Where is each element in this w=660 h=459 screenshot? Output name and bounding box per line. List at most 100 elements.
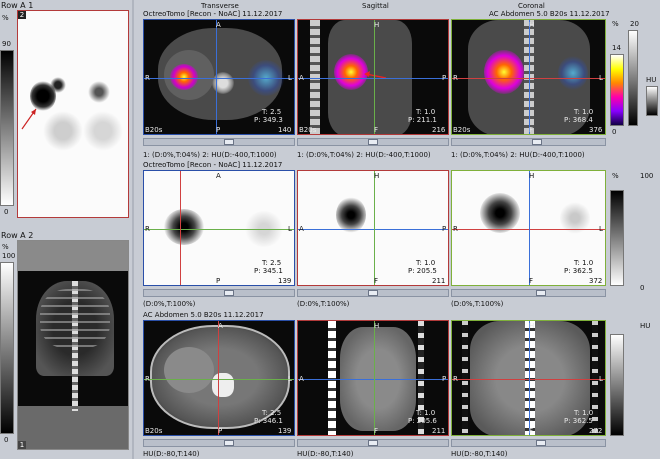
crosshair-v	[374, 321, 375, 435]
ct-coronal-viewport[interactable]: H R L F T: 1.0 P: 362.5 272	[451, 320, 606, 436]
fusion-series-title: OctreoTomo [Recon - NoAC] 11.12.2017	[143, 10, 283, 18]
ct-transverse-scrollbar[interactable]	[143, 439, 295, 447]
orient-left: L	[288, 74, 292, 82]
row-a2-scale-top: 100	[2, 252, 16, 260]
orient-head: H	[374, 172, 380, 180]
slice-number: 139	[278, 277, 292, 285]
orient-left: L	[599, 225, 603, 233]
coronal-header: Coronal	[518, 2, 545, 10]
position-readout: P: 346.1	[254, 417, 283, 425]
transverse-scrollbar[interactable]	[143, 138, 295, 146]
fusion-scale-mid: 14	[612, 44, 621, 52]
window-level-label: 1: (D:0%,T:04%) 2: HU(D:-400,T:1000)	[451, 151, 585, 159]
spect-transverse-viewport[interactable]: A R L P T: 2.5 P: 345.1 139	[143, 170, 295, 286]
uptake-blob	[336, 197, 366, 233]
color-lut-bar[interactable]	[610, 54, 624, 126]
orient-right: R	[145, 225, 150, 233]
spect-coronal-scrollbar[interactable]	[451, 289, 606, 297]
kernel-label: B20s	[299, 126, 317, 134]
row-a2-grayscale-bar[interactable]	[0, 262, 14, 434]
column-separator	[132, 0, 134, 459]
orient-left: L	[288, 225, 292, 233]
orient-anterior: A	[218, 322, 223, 330]
position-readout: P: 205.5	[408, 267, 437, 275]
spect-coronal-viewport[interactable]: H R L F T: 1.0 P: 362.5 372	[451, 170, 606, 286]
position-readout: P: 345.1	[254, 267, 283, 275]
orient-foot: F	[374, 277, 379, 285]
slice-number: 211	[432, 427, 446, 435]
slice-number: 272	[589, 427, 603, 435]
scroll-thumb[interactable]	[224, 139, 234, 145]
orient-head: H	[529, 172, 535, 180]
slice-number: 216	[432, 126, 446, 134]
spect-transverse-scrollbar[interactable]	[143, 289, 295, 297]
ct-sagittal-scrollbar[interactable]	[297, 439, 449, 447]
orient-right: R	[145, 375, 150, 383]
crosshair-v	[374, 20, 375, 134]
ct-coronal-scrollbar[interactable]	[451, 439, 606, 447]
liver-area	[164, 347, 214, 393]
crosshair-v	[529, 20, 530, 134]
orient-posterior: P	[216, 126, 221, 134]
window-level-label: HU(D:-80,T:140)	[451, 450, 508, 458]
fusion-coronal-viewport[interactable]: H R L F T: 1.0 P: 368.4 376 B20s	[451, 19, 606, 135]
ct-sagittal-viewport[interactable]: H A P F T: 1.0 P: 205.6 211	[297, 320, 449, 436]
ct-row-series-title: AC Abdomen 5.0 B20s 11.12.2017	[143, 311, 264, 319]
spect-sagittal-viewport[interactable]: H A P F T: 1.0 P: 205.5 211	[297, 170, 449, 286]
scroll-thumb[interactable]	[536, 440, 546, 446]
spect-series-title: OctreoTomo [Recon - NoAC] 11.12.2017	[143, 161, 283, 169]
row-a1-mip-viewport[interactable]: 2	[17, 10, 129, 218]
ct-series-title: AC Abdomen 5.0 B20s 11.12.2017	[489, 10, 610, 18]
ct-grayscale-bar[interactable]	[610, 334, 624, 436]
row-a2-ct-topogram[interactable]: 1	[17, 240, 129, 450]
spect-scale-pct: %	[612, 172, 619, 180]
fusion-hotspot	[170, 64, 198, 90]
crosshair-v	[218, 321, 219, 435]
window-level-label: 1: (D:0%,T:04%) 2: HU(D:-400,T:1000)	[297, 151, 431, 159]
topogram-bottom-band	[18, 406, 128, 449]
spect-grayscale-bar[interactable]	[610, 190, 624, 286]
position-readout: P: 349.3	[254, 116, 283, 124]
thickness-readout: T: 1.0	[416, 409, 436, 417]
window-level-label: (D:0%,T:100%)	[451, 300, 504, 308]
position-readout: P: 205.6	[408, 417, 437, 425]
orient-foot: F	[374, 126, 379, 134]
fusion-transverse-viewport[interactable]: A R L P T: 2.5 P: 349.3 140 B20s	[143, 19, 295, 135]
row-a1-scale-bottom: 0	[4, 208, 9, 216]
crosshair-v	[216, 20, 217, 134]
orient-right: R	[453, 375, 458, 383]
row-a2-label: Row A 2	[1, 231, 34, 240]
orient-head: H	[529, 21, 535, 29]
orient-foot: F	[529, 126, 534, 134]
coronal-scrollbar[interactable]	[451, 138, 606, 146]
ct-transverse-viewport[interactable]: A R L P T: 2.5 P: 346.1 139 B20s	[143, 320, 295, 436]
scroll-thumb[interactable]	[224, 440, 234, 446]
orient-posterior: P	[442, 225, 447, 233]
row-a1-grayscale-bar[interactable]	[0, 50, 14, 206]
fusion-sagittal-viewport[interactable]: H A P F T: 1.0 P: 211.1 216 B20s	[297, 19, 449, 135]
hu-bar[interactable]	[646, 86, 658, 116]
spect-sagittal-scrollbar[interactable]	[297, 289, 449, 297]
slice-number: 140	[278, 126, 292, 134]
scroll-thumb[interactable]	[368, 290, 378, 296]
orient-right: R	[453, 74, 458, 82]
scroll-thumb[interactable]	[532, 139, 542, 145]
uptake-blob	[164, 209, 204, 245]
scroll-thumb[interactable]	[224, 290, 234, 296]
fusion-scale-top: 20	[630, 20, 639, 28]
thickness-readout: T: 1.0	[416, 108, 436, 116]
spleen-area	[558, 56, 588, 90]
slice-number: 372	[589, 277, 603, 285]
ribs-shape	[40, 289, 110, 349]
scroll-thumb[interactable]	[536, 290, 546, 296]
spect-scale-bottom: 0	[640, 284, 645, 292]
sagittal-scrollbar[interactable]	[297, 138, 449, 146]
crosshair-v	[374, 171, 375, 285]
orient-anterior: A	[299, 74, 304, 82]
scroll-thumb[interactable]	[368, 139, 378, 145]
fusion-gray-bar[interactable]	[628, 30, 638, 126]
crosshair-v	[529, 321, 530, 435]
kernel-label: B20s	[145, 126, 163, 134]
scroll-thumb[interactable]	[368, 440, 378, 446]
orient-foot: F	[529, 277, 534, 285]
